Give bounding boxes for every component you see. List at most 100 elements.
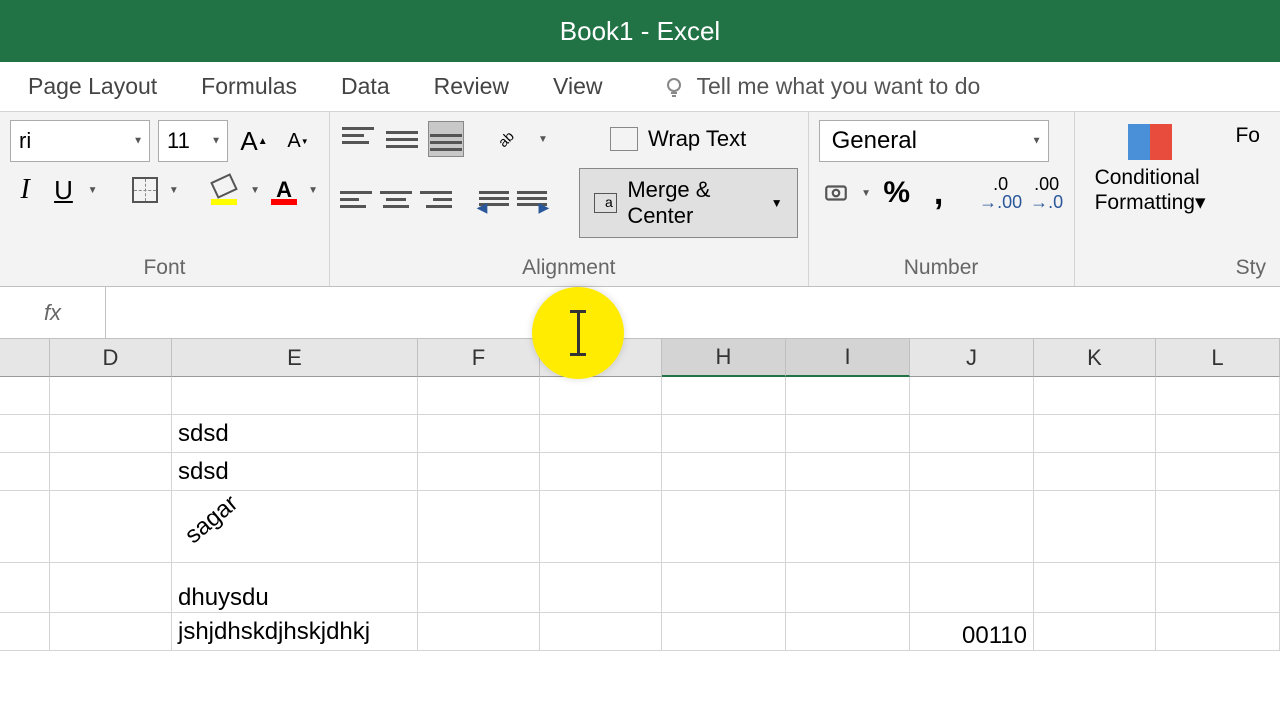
tab-formulas[interactable]: Formulas bbox=[179, 61, 319, 112]
cell[interactable] bbox=[418, 613, 540, 651]
cell[interactable] bbox=[1156, 415, 1280, 453]
cell[interactable] bbox=[0, 377, 50, 415]
tab-page-layout[interactable]: Page Layout bbox=[6, 61, 179, 112]
align-right-button[interactable] bbox=[420, 185, 452, 221]
col-header-J[interactable]: J bbox=[910, 339, 1034, 377]
cell[interactable] bbox=[1034, 377, 1156, 415]
align-bottom-button[interactable] bbox=[428, 121, 464, 157]
cell[interactable] bbox=[0, 453, 50, 491]
cell-E4[interactable]: sagar bbox=[172, 491, 418, 563]
cell[interactable] bbox=[910, 563, 1034, 613]
cell[interactable] bbox=[1034, 563, 1156, 613]
tell-me-search[interactable]: Tell me what you want to do bbox=[624, 73, 980, 100]
tab-view[interactable]: View bbox=[531, 61, 624, 112]
cell[interactable] bbox=[910, 453, 1034, 491]
merge-center-button[interactable]: Merge & Center ▼ bbox=[579, 168, 798, 238]
fill-color-button[interactable] bbox=[211, 172, 241, 208]
cell[interactable] bbox=[786, 613, 910, 651]
italic-button[interactable]: I bbox=[10, 172, 40, 208]
align-top-button[interactable] bbox=[340, 121, 376, 157]
decrease-indent-button[interactable]: ◀ bbox=[478, 185, 509, 221]
align-middle-button[interactable] bbox=[384, 121, 420, 157]
comma-style-button[interactable]: , bbox=[922, 172, 956, 214]
tab-review[interactable]: Review bbox=[412, 61, 531, 112]
col-header-stub[interactable] bbox=[0, 339, 50, 377]
underline-button[interactable]: U bbox=[48, 172, 78, 208]
cell[interactable] bbox=[662, 415, 786, 453]
cell[interactable] bbox=[0, 415, 50, 453]
cell[interactable] bbox=[662, 491, 786, 563]
col-header-L[interactable]: L bbox=[1156, 339, 1280, 377]
decrease-font-size-button[interactable]: A▼ bbox=[280, 123, 316, 159]
cell[interactable] bbox=[418, 563, 540, 613]
cell[interactable] bbox=[0, 613, 50, 651]
cell[interactable] bbox=[418, 415, 540, 453]
cell[interactable] bbox=[1156, 377, 1280, 415]
cell[interactable] bbox=[1034, 613, 1156, 651]
font-size-dropdown[interactable]: 11 ▼ bbox=[158, 120, 228, 162]
orientation-button[interactable] bbox=[492, 121, 528, 157]
formula-input[interactable] bbox=[106, 287, 1280, 338]
cell[interactable] bbox=[662, 377, 786, 415]
cell[interactable] bbox=[1034, 491, 1156, 563]
cell-E3[interactable]: sdsd bbox=[172, 453, 418, 491]
cell[interactable] bbox=[662, 563, 786, 613]
increase-decimal-button[interactable]: .0→.00 bbox=[980, 172, 1022, 214]
cell[interactable] bbox=[50, 453, 172, 491]
col-header-H[interactable]: H bbox=[662, 339, 786, 377]
cell[interactable] bbox=[910, 491, 1034, 563]
cell-E5[interactable]: dhuysdu bbox=[172, 563, 418, 613]
font-name-dropdown[interactable]: ri ▼ bbox=[10, 120, 150, 162]
percent-button[interactable]: % bbox=[880, 172, 914, 214]
cell[interactable] bbox=[50, 415, 172, 453]
cell[interactable] bbox=[540, 613, 662, 651]
col-header-K[interactable]: K bbox=[1034, 339, 1156, 377]
tab-data[interactable]: Data bbox=[319, 61, 412, 112]
cell[interactable] bbox=[662, 453, 786, 491]
cell[interactable] bbox=[50, 613, 172, 651]
cell[interactable] bbox=[418, 453, 540, 491]
decrease-decimal-button[interactable]: .00→.0 bbox=[1030, 172, 1064, 214]
format-as-table-button[interactable]: Fo bbox=[1225, 120, 1270, 252]
cell[interactable] bbox=[1156, 491, 1280, 563]
col-header-F[interactable]: F bbox=[418, 339, 540, 377]
cell[interactable] bbox=[1034, 415, 1156, 453]
font-color-dropdown[interactable]: ▼ bbox=[307, 185, 319, 196]
orientation-dropdown[interactable]: ▼ bbox=[536, 134, 550, 145]
align-left-button[interactable] bbox=[340, 185, 372, 221]
cell[interactable] bbox=[1156, 453, 1280, 491]
cell[interactable] bbox=[786, 415, 910, 453]
underline-dropdown[interactable]: ▼ bbox=[87, 185, 99, 196]
accounting-format-button[interactable] bbox=[819, 172, 853, 214]
cell[interactable] bbox=[1156, 613, 1280, 651]
wrap-text-button[interactable]: Wrap Text bbox=[596, 120, 760, 158]
align-center-button[interactable] bbox=[380, 185, 412, 221]
increase-font-size-button[interactable]: A▲ bbox=[236, 123, 272, 159]
cell[interactable] bbox=[910, 377, 1034, 415]
cell[interactable] bbox=[786, 453, 910, 491]
col-header-D[interactable]: D bbox=[50, 339, 172, 377]
cell[interactable] bbox=[50, 491, 172, 563]
cell[interactable] bbox=[540, 491, 662, 563]
number-format-dropdown[interactable]: General ▼ bbox=[819, 120, 1049, 162]
cell[interactable] bbox=[786, 377, 910, 415]
cell[interactable] bbox=[540, 377, 662, 415]
cell[interactable] bbox=[662, 613, 786, 651]
cell[interactable] bbox=[786, 491, 910, 563]
col-header-I[interactable]: I bbox=[786, 339, 910, 377]
cell[interactable] bbox=[0, 491, 50, 563]
cell[interactable] bbox=[50, 563, 172, 613]
accounting-dropdown[interactable]: ▼ bbox=[860, 188, 871, 199]
cell-E2[interactable]: sdsd bbox=[172, 415, 418, 453]
col-header-E[interactable]: E bbox=[172, 339, 418, 377]
cell[interactable] bbox=[540, 415, 662, 453]
cell-J6[interactable]: 00110 bbox=[910, 613, 1034, 651]
cell[interactable] bbox=[1034, 453, 1156, 491]
font-color-button[interactable]: A bbox=[269, 172, 299, 208]
cell[interactable] bbox=[910, 415, 1034, 453]
cell[interactable] bbox=[1156, 563, 1280, 613]
fill-color-dropdown[interactable]: ▼ bbox=[249, 185, 261, 196]
cell-E6[interactable]: jshjdhskdjhskjdhkj bbox=[172, 613, 418, 651]
cell[interactable] bbox=[786, 563, 910, 613]
fx-label[interactable]: fx bbox=[0, 287, 106, 338]
